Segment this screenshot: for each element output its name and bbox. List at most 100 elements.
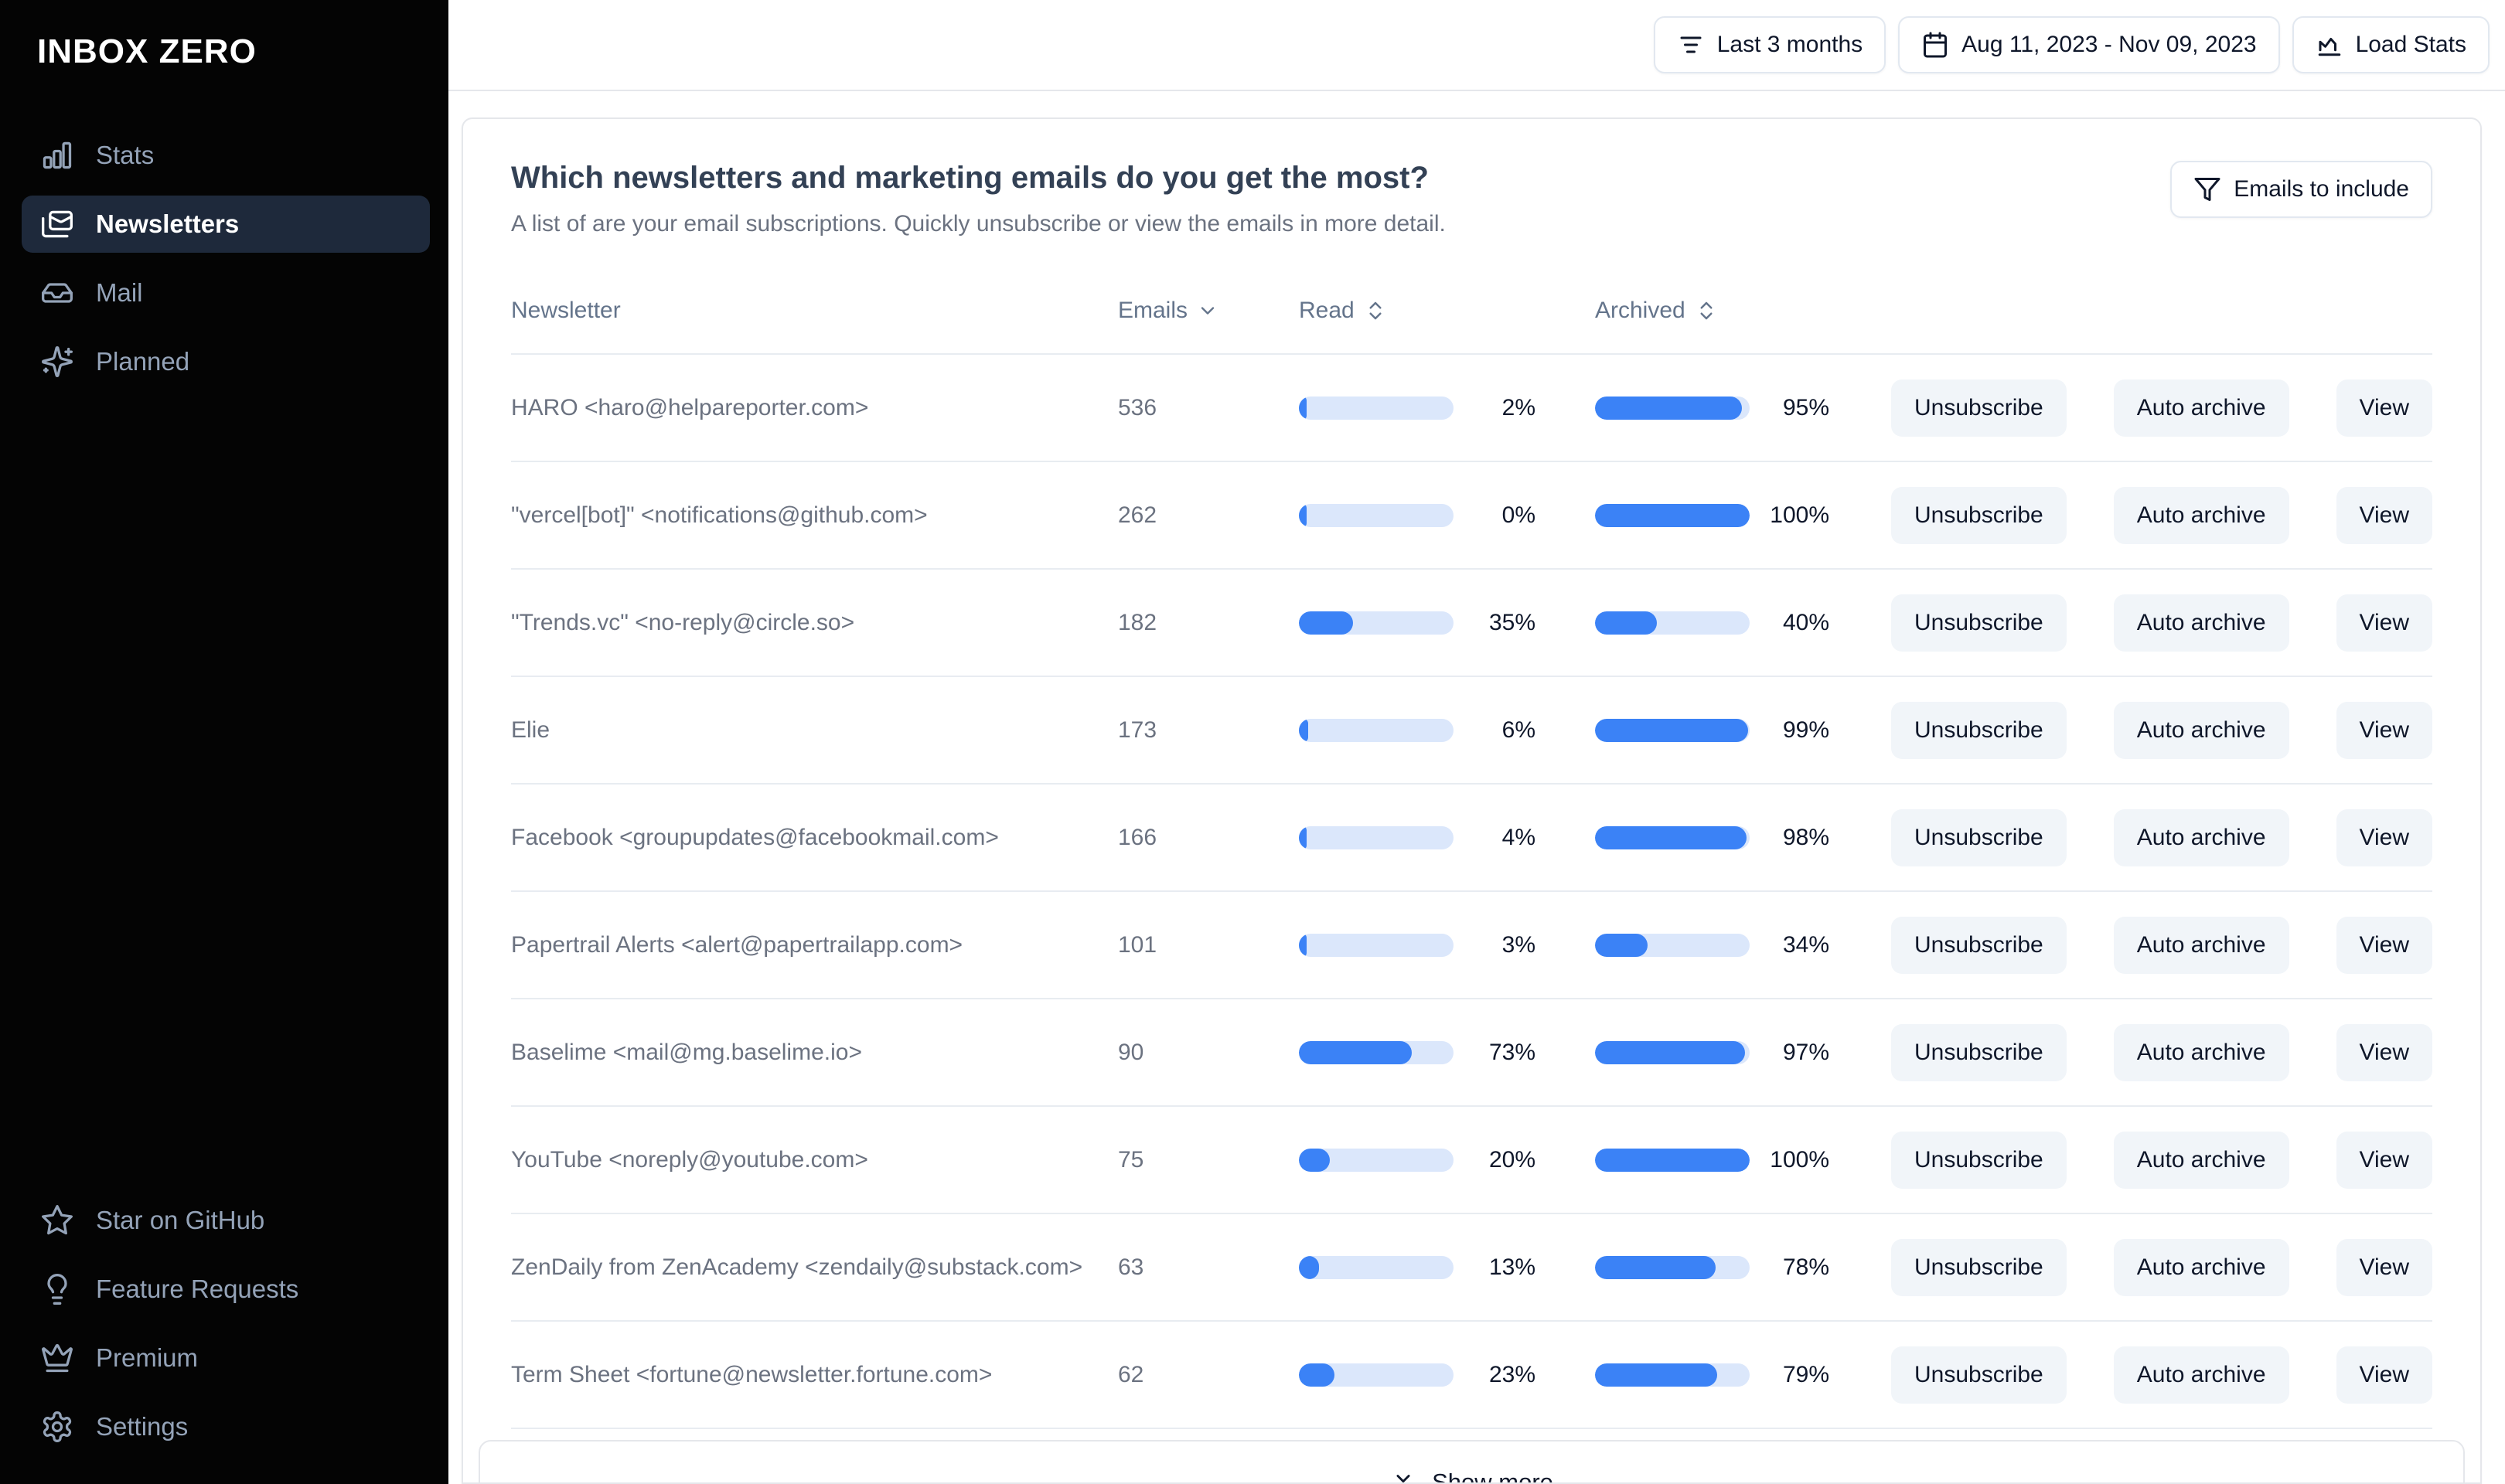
view-button[interactable]: View	[2336, 701, 2432, 759]
read-progress-fill	[1299, 1255, 1319, 1279]
auto-archive-button[interactable]: Auto archive	[2113, 701, 2289, 759]
unsubscribe-button[interactable]: Unsubscribe	[1891, 1238, 2067, 1296]
auto-archive-button[interactable]: Auto archive	[2113, 379, 2289, 437]
column-header-read: Read	[1299, 298, 1535, 324]
sidebar-item-planned[interactable]: Planned	[22, 333, 430, 390]
read-progress-fill	[1299, 825, 1307, 849]
show-more-button[interactable]: Show more	[479, 1440, 2465, 1482]
archived-progress-fill	[1595, 718, 1748, 742]
sidebar-item-premium[interactable]: Premium	[22, 1329, 430, 1387]
auto-archive-button[interactable]: Auto archive	[2113, 1346, 2289, 1404]
table-row: "vercel[bot]" <notifications@github.com>…	[511, 462, 2432, 570]
newsletter-name: Baselime <mail@mg.baselime.io>	[511, 1039, 862, 1065]
sidebar-item-feature-requests[interactable]: Feature Requests	[22, 1261, 430, 1318]
auto-archive-button[interactable]: Auto archive	[2113, 1131, 2289, 1189]
archived-cell: 78%	[1595, 1254, 1829, 1281]
view-button[interactable]: View	[2336, 1238, 2432, 1296]
view-button[interactable]: View	[2336, 594, 2432, 652]
table-header-row: Newsletter Emails Read Archived	[511, 298, 2432, 355]
view-button[interactable]: View	[2336, 486, 2432, 544]
emails-count: 166	[1118, 824, 1157, 850]
emails-count: 536	[1118, 394, 1157, 420]
load-stats-button[interactable]: Load Stats	[2292, 16, 2490, 73]
read-percent: 2%	[1501, 394, 1535, 420]
read-progress-bar	[1299, 1040, 1454, 1064]
view-button[interactable]: View	[2336, 808, 2432, 866]
row-actions: Unsubscribe Auto archive View	[1891, 379, 2432, 437]
newsletter-name: "Trends.vc" <no-reply@circle.so>	[511, 609, 855, 635]
newsletter-name: "vercel[bot]" <notifications@github.com>	[511, 502, 928, 528]
read-progress-fill	[1299, 611, 1353, 635]
sidebar-nav: Stats Newsletters Mail Planned	[0, 127, 448, 402]
view-button[interactable]: View	[2336, 1131, 2432, 1189]
funnel-filter-icon	[2193, 175, 2221, 203]
unsubscribe-button[interactable]: Unsubscribe	[1891, 1346, 2067, 1404]
archived-percent: 100%	[1770, 1146, 1829, 1173]
unsubscribe-button[interactable]: Unsubscribe	[1891, 916, 2067, 974]
view-button[interactable]: View	[2336, 1023, 2432, 1081]
sidebar-item-newsletters[interactable]: Newsletters	[22, 196, 430, 253]
emails-count: 101	[1118, 931, 1157, 958]
main-area: Last 3 months Aug 11, 2023 - Nov 09, 202…	[448, 0, 2505, 1484]
sidebar-item-label: Newsletters	[96, 209, 240, 238]
inbox-icon	[40, 276, 74, 310]
unsubscribe-button[interactable]: Unsubscribe	[1891, 379, 2067, 437]
newsletter-name: HARO <haro@helpareporter.com>	[511, 394, 869, 420]
read-percent: 0%	[1501, 502, 1535, 528]
sort-archived[interactable]: Archived	[1595, 298, 1718, 324]
archived-progress-fill	[1595, 1040, 1745, 1064]
unsubscribe-button[interactable]: Unsubscribe	[1891, 701, 2067, 759]
read-progress-bar	[1299, 933, 1454, 957]
read-cell: 2%	[1299, 395, 1535, 421]
unsubscribe-button[interactable]: Unsubscribe	[1891, 1131, 2067, 1189]
sidebar: INBOX ZERO Stats Newsletters Mail Planne…	[0, 0, 448, 1484]
archived-progress-fill	[1595, 503, 1750, 527]
unsubscribe-button[interactable]: Unsubscribe	[1891, 1023, 2067, 1081]
sort-read[interactable]: Read	[1299, 298, 1387, 324]
archived-cell: 100%	[1595, 1147, 1829, 1173]
read-percent: 6%	[1501, 716, 1535, 743]
auto-archive-button[interactable]: Auto archive	[2113, 808, 2289, 866]
row-actions: Unsubscribe Auto archive View	[1891, 1346, 2432, 1404]
archived-cell: 97%	[1595, 1040, 1829, 1066]
sort-emails[interactable]: Emails	[1118, 298, 1218, 324]
auto-archive-button[interactable]: Auto archive	[2113, 486, 2289, 544]
unsubscribe-button[interactable]: Unsubscribe	[1891, 808, 2067, 866]
view-button[interactable]: View	[2336, 1346, 2432, 1404]
view-button[interactable]: View	[2336, 916, 2432, 974]
read-cell: 4%	[1299, 825, 1535, 851]
sidebar-item-mail[interactable]: Mail	[22, 264, 430, 322]
auto-archive-button[interactable]: Auto archive	[2113, 594, 2289, 652]
unsubscribe-button[interactable]: Unsubscribe	[1891, 594, 2067, 652]
unsubscribe-button[interactable]: Unsubscribe	[1891, 486, 2067, 544]
app-logo[interactable]: INBOX ZERO	[0, 0, 448, 71]
auto-archive-button[interactable]: Auto archive	[2113, 1238, 2289, 1296]
archived-progress-fill	[1595, 611, 1657, 635]
table-row: Term Sheet <fortune@newsletter.fortune.c…	[511, 1322, 2432, 1429]
archived-progress-bar	[1595, 611, 1750, 635]
auto-archive-button[interactable]: Auto archive	[2113, 916, 2289, 974]
sidebar-item-label: Planned	[96, 347, 190, 376]
date-range-preset-button[interactable]: Last 3 months	[1653, 16, 1886, 73]
archived-percent: 99%	[1782, 716, 1829, 743]
emails-to-include-button[interactable]: Emails to include	[2170, 161, 2432, 218]
view-button[interactable]: View	[2336, 379, 2432, 437]
date-range-picker-button[interactable]: Aug 11, 2023 - Nov 09, 2023	[1898, 16, 2280, 73]
read-progress-fill	[1299, 718, 1308, 742]
sidebar-item-star-on-github[interactable]: Star on GitHub	[22, 1192, 430, 1249]
archived-progress-bar	[1595, 1040, 1750, 1064]
table-row: Facebook <groupupdates@facebookmail.com>…	[511, 785, 2432, 892]
read-progress-bar	[1299, 396, 1454, 420]
auto-archive-button[interactable]: Auto archive	[2113, 1023, 2289, 1081]
archived-cell: 100%	[1595, 502, 1829, 529]
newsletter-name: Elie	[511, 716, 550, 743]
table-row: ZenDaily from ZenAcademy <zendaily@subst…	[511, 1214, 2432, 1322]
row-actions: Unsubscribe Auto archive View	[1891, 808, 2432, 866]
read-progress-bar	[1299, 1255, 1454, 1279]
row-actions: Unsubscribe Auto archive View	[1891, 1238, 2432, 1296]
date-range-picker-label: Aug 11, 2023 - Nov 09, 2023	[1961, 32, 2257, 57]
archived-percent: 78%	[1782, 1254, 1829, 1280]
sidebar-item-settings[interactable]: Settings	[22, 1398, 430, 1455]
sidebar-item-stats[interactable]: Stats	[22, 127, 430, 184]
archived-progress-fill	[1595, 1255, 1716, 1279]
